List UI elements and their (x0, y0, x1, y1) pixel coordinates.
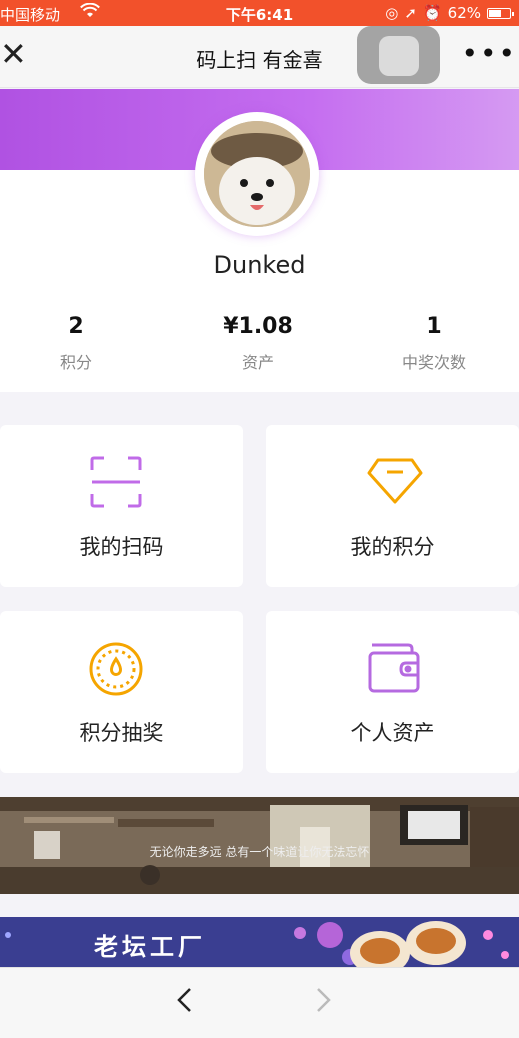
menu-label: 我的积分 (350, 535, 435, 559)
forward-icon[interactable] (314, 986, 334, 1020)
menu-label: 积分抽奖 (79, 721, 164, 745)
stat-value: ¥1.08 (223, 314, 293, 339)
scan-icon (88, 454, 144, 514)
status-bar: 中国移动 下午6:41 ◎ ➚ ⏰ 62% (0, 0, 519, 26)
ad-title: 老坛工厂 (94, 932, 206, 961)
ad-banner[interactable]: 老坛工厂 (0, 917, 519, 967)
stat-value: 1 (426, 314, 442, 339)
floating-window-button[interactable] (357, 26, 440, 84)
menu-label: 个人资产 (350, 721, 435, 745)
photo-banner[interactable]: 无论你走多远 总有一个味道让你无法忘怀 (0, 797, 519, 894)
location-icon: ➚ (404, 4, 417, 22)
stat-assets[interactable]: ¥1.08 资产 (178, 314, 338, 373)
stat-label: 积分 (59, 353, 92, 372)
menu-label: 我的扫码 (79, 535, 164, 559)
stat-points[interactable]: 2 积分 (0, 314, 156, 373)
browser-toolbar (0, 967, 519, 1038)
stat-label: 资产 (241, 353, 274, 372)
menu-personal-assets[interactable]: 个人资产 (266, 611, 519, 773)
wallet-icon (366, 641, 422, 699)
battery-percent: 62% (447, 4, 481, 22)
stat-value: 2 (68, 314, 84, 339)
ad-decoration (5, 921, 509, 967)
more-icon[interactable]: ••• (461, 40, 517, 68)
banner-caption: 无论你走多远 总有一个味道让你无法忘怀 (149, 845, 370, 859)
lottery-dial-icon (88, 641, 144, 701)
diamond-icon (366, 457, 424, 509)
avatar-photo (204, 121, 310, 227)
nav-bar: ✕ 码上扫 有金喜 ••• (0, 26, 519, 88)
lock-rotation-icon: ◎ (385, 4, 399, 22)
menu-my-points[interactable]: 我的积分 (266, 425, 519, 587)
username: Dunked (213, 251, 306, 279)
back-icon[interactable] (174, 986, 194, 1020)
stat-label: 中奖次数 (401, 353, 466, 372)
stat-wins[interactable]: 1 中奖次数 (354, 314, 514, 373)
page-title: 码上扫 有金喜 (196, 48, 323, 72)
status-right: ◎ ➚ ⏰ 62% (385, 4, 514, 22)
menu-my-scans[interactable]: 我的扫码 (0, 425, 243, 587)
battery-icon (487, 7, 514, 19)
avatar[interactable] (195, 112, 319, 236)
stats-row: 2 积分 ¥1.08 资产 1 中奖次数 (0, 314, 519, 384)
menu-points-lottery[interactable]: 积分抽奖 (0, 611, 243, 773)
alarm-icon: ⏰ (422, 4, 442, 22)
